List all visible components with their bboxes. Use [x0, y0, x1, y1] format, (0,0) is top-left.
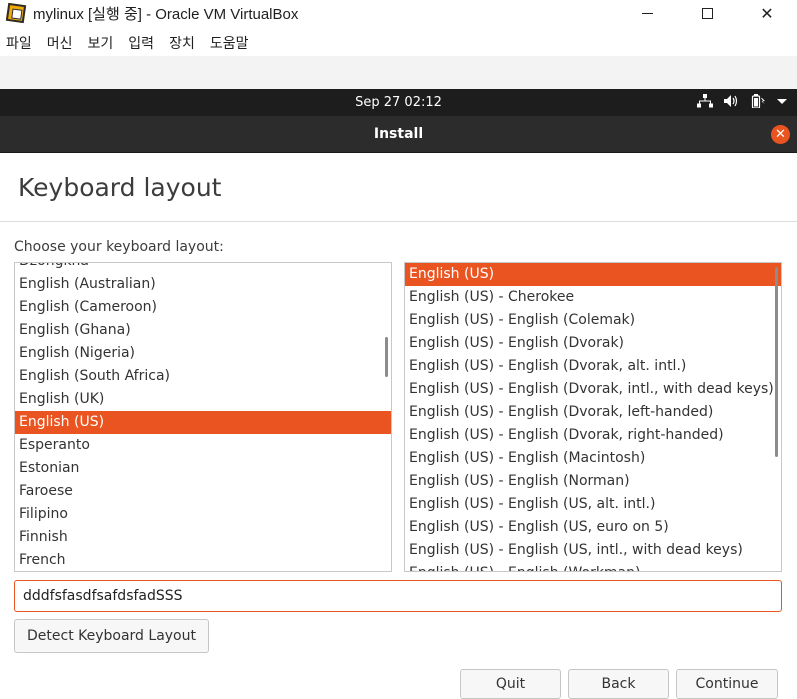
window-controls: ✕	[617, 0, 797, 26]
window-title: mylinux [실행 중] - Oracle VM VirtualBox	[33, 5, 299, 23]
virtualbox-icon	[5, 2, 28, 24]
variant-item[interactable]: English (US) - English (US, intl., with …	[405, 539, 781, 562]
guest-topbar: Sep 27 02:12	[0, 89, 797, 116]
layout-list[interactable]: Dzongkha English (Australian) English (C…	[14, 262, 392, 572]
host-toolbar-area	[0, 56, 797, 89]
layout-item[interactable]: English (South Africa)	[15, 365, 391, 388]
minimize-icon	[641, 12, 653, 14]
back-button[interactable]: Back	[568, 669, 669, 699]
chevron-down-icon	[777, 99, 787, 104]
menu-devices[interactable]: 장치	[169, 33, 195, 53]
layout-item[interactable]: Finnish	[15, 526, 391, 549]
window-titlebar: mylinux [실행 중] - Oracle VM VirtualBox ✕	[0, 0, 797, 26]
layout-item[interactable]: English (Australian)	[15, 273, 391, 296]
layout-item[interactable]: Estonian	[15, 457, 391, 480]
variant-item[interactable]: English (US) - English (Dvorak, right-ha…	[405, 424, 781, 447]
quit-button[interactable]: Quit	[460, 669, 561, 699]
detect-keyboard-layout-button[interactable]: Detect Keyboard Layout	[14, 619, 209, 653]
layout-item[interactable]: English (Nigeria)	[15, 342, 391, 365]
layout-item[interactable]: Faroese	[15, 480, 391, 503]
continue-button[interactable]: Continue	[676, 669, 778, 699]
install-title: Install	[373, 126, 424, 142]
layout-item[interactable]: Dzongkha	[15, 263, 391, 273]
page-title: Keyboard layout	[18, 173, 222, 202]
install-header: Install ✕	[0, 116, 797, 153]
battery-icon	[751, 94, 765, 108]
keyboard-test-input[interactable]: dddfsfasdfsafdsfadSSS	[14, 580, 782, 612]
variant-item[interactable]: English (US) - English (US, alt. intl.)	[405, 493, 781, 516]
variant-item[interactable]: English (US) - English (Workman)	[405, 562, 781, 571]
variant-item[interactable]: English (US) - English (Colemak)	[405, 309, 781, 332]
menu-view[interactable]: 보기	[88, 33, 114, 53]
variant-item[interactable]: English (US) - English (Dvorak, intl., w…	[405, 378, 781, 401]
variant-item[interactable]: English (US) - English (Dvorak, left-han…	[405, 401, 781, 424]
menu-file[interactable]: 파일	[6, 33, 32, 53]
system-tray[interactable]	[697, 94, 787, 108]
variant-item[interactable]: English (US) - Cherokee	[405, 286, 781, 309]
menu-machine[interactable]: 머신	[47, 33, 73, 53]
close-icon: ✕	[760, 3, 774, 23]
variant-item[interactable]: English (US) - English (Dvorak)	[405, 332, 781, 355]
choose-layout-label: Choose your keyboard layout:	[14, 239, 224, 255]
layout-item-selected[interactable]: English (US)	[15, 411, 391, 434]
minimize-button[interactable]	[617, 0, 677, 26]
installer-close-button[interactable]: ✕	[771, 125, 790, 144]
volume-icon	[724, 95, 738, 107]
layout-item[interactable]: French	[15, 549, 391, 571]
close-icon: ✕	[775, 127, 786, 142]
maximize-icon	[701, 7, 713, 19]
variant-item[interactable]: English (US) - English (US, euro on 5)	[405, 516, 781, 539]
variant-item[interactable]: English (US) - English (Norman)	[405, 470, 781, 493]
layout-item[interactable]: Filipino	[15, 503, 391, 526]
variant-item-selected[interactable]: English (US)	[405, 263, 781, 286]
layout-item[interactable]: Esperanto	[15, 434, 391, 457]
layout-item[interactable]: English (Cameroon)	[15, 296, 391, 319]
variant-list[interactable]: English (US) English (US) - Cherokee Eng…	[404, 262, 782, 572]
window-close-button[interactable]: ✕	[737, 0, 797, 26]
menu-input[interactable]: 입력	[128, 33, 154, 53]
network-icon	[697, 94, 713, 108]
layout-item[interactable]: English (UK)	[15, 388, 391, 411]
menubar: 파일 머신 보기 입력 장치 도움말	[0, 30, 797, 56]
variant-item[interactable]: English (US) - English (Dvorak, alt. int…	[405, 355, 781, 378]
layout-list-scrollbar[interactable]	[385, 337, 388, 377]
divider	[0, 221, 797, 222]
variant-list-scrollbar[interactable]	[775, 267, 778, 457]
maximize-button[interactable]	[677, 0, 737, 26]
menu-help[interactable]: 도움말	[210, 33, 249, 53]
variant-item[interactable]: English (US) - English (Macintosh)	[405, 447, 781, 470]
clock[interactable]: Sep 27 02:12	[0, 95, 797, 110]
layout-item[interactable]: English (Ghana)	[15, 319, 391, 342]
